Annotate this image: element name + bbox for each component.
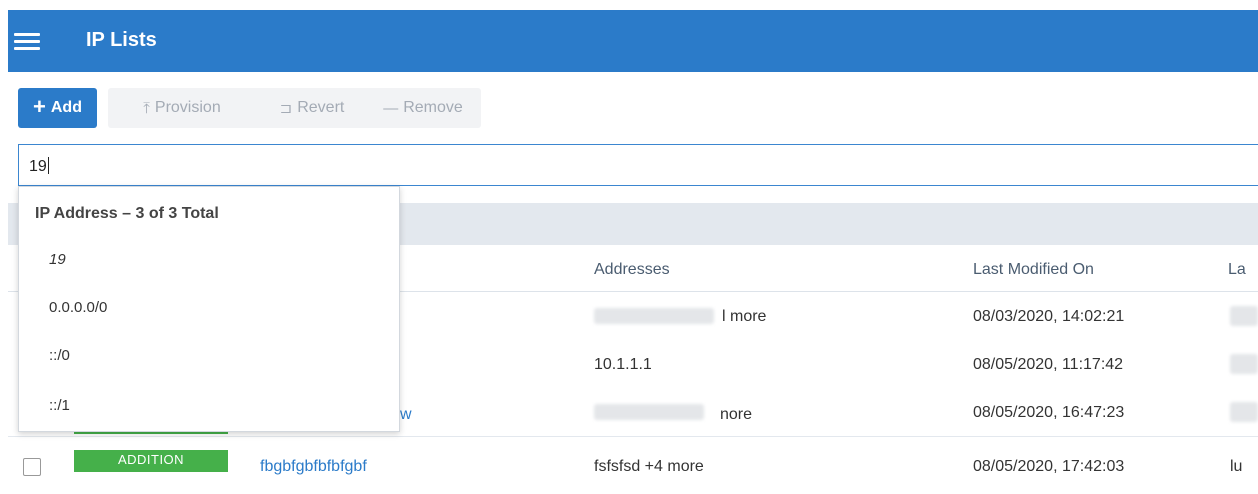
column-header-addresses[interactable]: Addresses — [594, 261, 670, 279]
add-button-label: Add — [50, 99, 82, 116]
redacted-user — [1230, 402, 1258, 422]
suggestion-label: 0.0.0.0/0 — [49, 299, 108, 316]
left-gutter — [0, 0, 8, 468]
text-caret — [47, 157, 49, 174]
remove-button-label: Remove — [403, 99, 463, 116]
status-badge: ADDITION — [74, 450, 228, 472]
revert-icon: ⊐ — [279, 100, 293, 117]
add-button[interactable]: + Add — [18, 88, 97, 128]
modified-cell: 08/05/2020, 16:47:23 — [973, 404, 1125, 421]
search-input-value: 19 — [29, 157, 49, 176]
provision-button-label: Provision — [154, 99, 221, 116]
addresses-cell: 10.1.1.1 — [594, 356, 652, 373]
search-input[interactable]: 19 — [18, 144, 1258, 186]
column-header-last-modified[interactable]: Last Modified On — [973, 261, 1094, 279]
suggestion-item[interactable]: 0.0.0.0/0 — [19, 285, 399, 331]
modified-by-cell: lu — [1230, 458, 1243, 475]
addresses-cell: nore — [720, 406, 753, 423]
suggestion-label: ::/0 — [49, 347, 70, 364]
suggestion-item[interactable]: ::/0 — [19, 333, 399, 379]
dropdown-header: IP Address – 3 of 3 Total — [35, 205, 219, 222]
name-link[interactable]: w — [400, 406, 412, 424]
suggestion-label: ::/1 — [49, 397, 70, 414]
column-header-last-modified-by[interactable]: La — [1228, 261, 1246, 279]
suggestion-item[interactable]: ::/1 — [19, 383, 399, 429]
table-row[interactable]: ADDITION fbgbfgbfbfbfgbf fsfsfsd +4 more… — [8, 446, 1258, 494]
app-header: IP Lists — [8, 10, 1258, 72]
provision-icon: ⤒ — [143, 99, 150, 117]
redacted-address — [594, 404, 704, 420]
redacted-user — [1230, 354, 1258, 374]
revert-button[interactable]: ⊐ Revert — [249, 88, 375, 128]
search-value-text: 19 — [29, 158, 47, 175]
search-suggestions-dropdown: IP Address – 3 of 3 Total 19 0.0.0.0/0 :… — [18, 186, 400, 432]
provision-button[interactable]: ⤒ Provision — [108, 88, 256, 128]
hamburger-menu-icon[interactable] — [14, 31, 40, 51]
suggestion-label: 19 — [49, 251, 66, 268]
redacted-address — [594, 308, 714, 324]
suggestion-item[interactable]: 19 — [19, 237, 399, 283]
remove-icon: — — [383, 99, 399, 117]
revert-button-label: Revert — [297, 99, 345, 116]
addresses-cell: l more — [722, 308, 767, 325]
row-checkbox[interactable] — [23, 458, 41, 476]
addresses-cell: fsfsfsd +4 more — [594, 458, 704, 475]
redacted-user — [1230, 306, 1258, 326]
modified-cell: 08/03/2020, 14:02:21 — [973, 308, 1125, 325]
remove-button[interactable]: — Remove — [365, 88, 481, 128]
plus-icon: + — [33, 94, 46, 119]
name-link[interactable]: fbgbfgbfbfbfgbf — [260, 458, 367, 476]
modified-cell: 08/05/2020, 17:42:03 — [973, 458, 1125, 475]
page-title: IP Lists — [86, 29, 157, 51]
modified-cell: 08/05/2020, 11:17:42 — [973, 356, 1124, 373]
